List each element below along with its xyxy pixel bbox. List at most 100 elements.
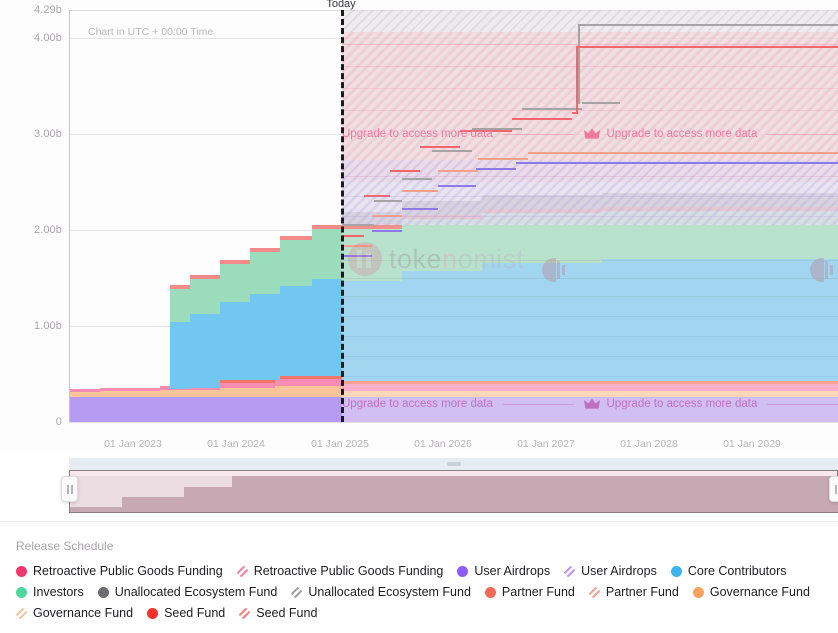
- legend-item[interactable]: Investors: [16, 585, 84, 599]
- upgrade-label: Upgrade to access more data: [342, 398, 493, 410]
- step-line-salmon: [342, 245, 372, 247]
- area-investors: [190, 279, 220, 314]
- step-line-red: [342, 235, 364, 237]
- plot-area[interactable]: Upgrade to access more data Upgrade to a…: [70, 10, 838, 422]
- legend-item[interactable]: Retroactive Public Goods Funding: [16, 564, 223, 578]
- upgrade-overlay-bottom[interactable]: Upgrade to access more data Upgrade to a…: [70, 398, 838, 410]
- tokenomist-mini-logo-icon: [810, 258, 834, 282]
- x-tick-label: 01 Jan 2029: [723, 438, 781, 450]
- step-line-gray: [578, 24, 838, 26]
- area-governance-fund: [160, 390, 220, 397]
- x-tick-label: 01 Jan 2023: [104, 438, 162, 450]
- area-seed-fund: [275, 376, 342, 379]
- legend-swatch-icon: [457, 565, 469, 577]
- legend-swatch-icon: [16, 565, 27, 577]
- step-line-purple: [342, 255, 372, 257]
- y-tick-label: 4.29b: [33, 4, 62, 16]
- legend-item-label: Governance Fund: [33, 606, 134, 620]
- legend-item[interactable]: User Airdrops: [564, 564, 657, 578]
- navigator-chart[interactable]: [69, 470, 838, 513]
- locked-hline: [342, 44, 838, 45]
- locked-hline: [342, 110, 838, 111]
- legend-item[interactable]: Core Contributors: [670, 564, 787, 578]
- step-line-salmon: [478, 158, 528, 160]
- legend-swatch-hatched-icon: [588, 586, 600, 598]
- range-handle-right[interactable]: [829, 476, 838, 502]
- step-line-red: [576, 46, 838, 48]
- step-line-red: [390, 170, 420, 172]
- legend-item[interactable]: Partner Fund: [484, 585, 575, 599]
- area-investors: [170, 289, 190, 322]
- locked-hline: [342, 66, 838, 67]
- locked-hline: [342, 176, 838, 177]
- step-line-salmon: [528, 152, 838, 154]
- area-investors: [280, 240, 312, 286]
- area-governance-fund-future: [342, 391, 838, 397]
- legend-item-label: Unallocated Ecosystem Fund: [114, 585, 278, 599]
- upgrade-overlay-top[interactable]: Upgrade to access more data Upgrade to a…: [70, 128, 838, 140]
- legend-item[interactable]: Unallocated Ecosystem Fund: [291, 585, 471, 599]
- y-tick-label: 0: [55, 416, 62, 428]
- legend-item-label: User Airdrops: [474, 564, 551, 578]
- area-core-contributors: [220, 302, 250, 380]
- crown-icon: [583, 398, 600, 409]
- step-line-red: [512, 118, 572, 120]
- y-tick-label: 4.00b: [33, 32, 62, 44]
- legend-item[interactable]: Seed Fund: [147, 606, 225, 620]
- legend-swatch-icon: [147, 607, 159, 619]
- area-retroactive-future: [342, 384, 838, 391]
- legend-item[interactable]: Seed Fund: [239, 606, 317, 620]
- navigator-scroll-track[interactable]: [69, 458, 838, 470]
- step-line-gray: [432, 150, 472, 152]
- navigator-segment: [122, 497, 184, 512]
- step-line-salmon: [402, 190, 438, 192]
- stack-top-edge: [312, 225, 342, 229]
- stack-top-edge: [170, 285, 190, 289]
- area-retroactive-public-goods: [275, 379, 342, 386]
- area-investors: [220, 264, 250, 302]
- legend-swatch-icon: [692, 586, 704, 598]
- step-line-red: [420, 146, 460, 148]
- upgrade-rule: [502, 133, 574, 135]
- legend-item[interactable]: Governance Fund: [16, 606, 133, 620]
- range-navigator[interactable]: [61, 458, 838, 513]
- step-line-purple: [438, 185, 476, 187]
- range-handle-left[interactable]: [61, 476, 78, 502]
- legend-swatch-hatched-icon: [236, 565, 248, 577]
- step-riser-gray: [578, 24, 580, 104]
- legend-item[interactable]: Governance Fund: [692, 585, 810, 599]
- legend-item[interactable]: Partner Fund: [588, 585, 679, 599]
- area-investors-future: [402, 219, 482, 271]
- area-seed-future: [342, 381, 838, 384]
- legend-item[interactable]: Retroactive Public Goods Funding: [236, 564, 443, 578]
- locked-hline: [342, 88, 838, 89]
- x-tick-label: 01 Jan 2025: [311, 438, 369, 450]
- legend-item-label: Unallocated Ecosystem Fund: [308, 585, 471, 599]
- y-axis-line: [69, 10, 70, 422]
- upgrade-label: Upgrade to access more data: [606, 398, 758, 410]
- stacked-series-group: Upgrade to access more data Upgrade to a…: [70, 10, 838, 422]
- legend-swatch-icon: [16, 586, 27, 598]
- x-tick-label: 01 Jan 2026: [414, 438, 472, 450]
- legend-item[interactable]: Unallocated Ecosystem Fund: [97, 585, 278, 599]
- area-retroactive-public-goods: [100, 388, 160, 391]
- step-line-purple: [402, 208, 438, 210]
- legend-item-label: Partner Fund: [605, 585, 679, 599]
- upgrade-rule: [767, 133, 838, 135]
- x-tick-label: 01 Jan 2024: [207, 438, 265, 450]
- x-tick-label: 01 Jan 2028: [620, 438, 678, 450]
- navigator-scroll-grip[interactable]: [446, 462, 461, 466]
- upgrade-label: Upgrade to access more data: [342, 128, 493, 140]
- legend-item[interactable]: User Airdrops: [457, 564, 550, 578]
- legend-item-label: Partner Fund: [501, 585, 575, 599]
- legend: Release Schedule Retroactive Public Good…: [0, 528, 838, 633]
- locked-hline: [342, 216, 838, 217]
- step-line-salmon: [438, 170, 478, 172]
- step-line-gray: [342, 224, 374, 226]
- legend-item-label: Core Contributors: [687, 564, 787, 578]
- chart-panel: Upgrade to access more data Upgrade to a…: [0, 0, 838, 452]
- legend-item-label: Investors: [33, 585, 84, 599]
- step-line-purple: [372, 230, 402, 232]
- legend-items: Retroactive Public Goods Funding Retroact…: [16, 564, 828, 620]
- legend-swatch-hatched-icon: [239, 607, 251, 619]
